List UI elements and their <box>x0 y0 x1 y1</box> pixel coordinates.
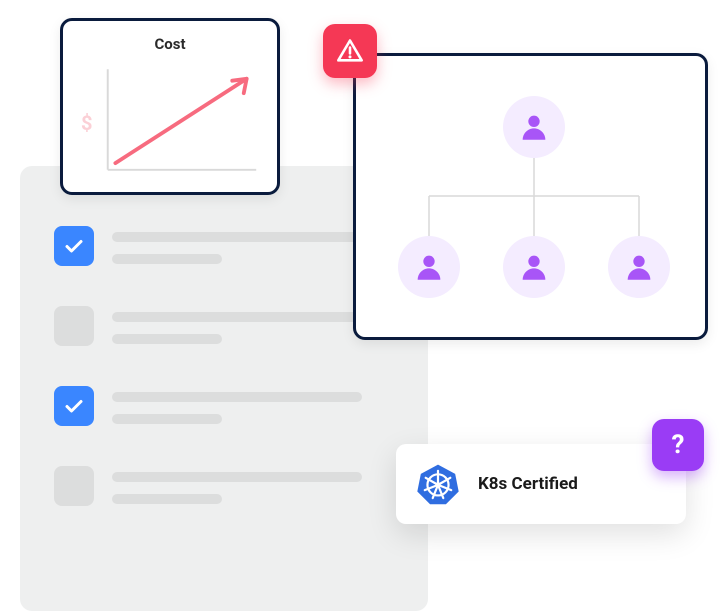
check-icon <box>62 394 86 418</box>
placeholder-lines <box>112 386 394 424</box>
person-icon <box>622 250 656 284</box>
alert-triangle-icon <box>336 37 364 65</box>
checklist-item <box>54 306 394 346</box>
checkbox-unchecked[interactable] <box>54 306 94 346</box>
person-node-child <box>398 236 460 298</box>
checkbox-checked[interactable] <box>54 386 94 426</box>
cost-card: Cost $ <box>60 18 280 195</box>
person-node-child <box>608 236 670 298</box>
k8s-certified-card: K8s Certified <box>396 444 686 524</box>
checklist-item <box>54 386 394 426</box>
placeholder-lines <box>112 466 394 504</box>
org-chart-card <box>353 53 708 340</box>
person-icon <box>517 110 551 144</box>
checklist-item <box>54 466 394 506</box>
person-icon <box>517 250 551 284</box>
question-icon: ? <box>672 430 685 460</box>
person-node-child <box>503 236 565 298</box>
cost-title: Cost <box>79 35 261 53</box>
person-node-root <box>503 96 565 158</box>
currency-label: $ <box>81 111 92 135</box>
line-chart-icon <box>79 57 261 182</box>
checklist-item <box>54 226 394 266</box>
placeholder-lines <box>112 306 394 344</box>
alert-badge <box>323 24 377 78</box>
check-icon <box>62 234 86 258</box>
kubernetes-icon <box>416 462 460 506</box>
help-badge[interactable]: ? <box>652 419 704 471</box>
checkbox-checked[interactable] <box>54 226 94 266</box>
placeholder-lines <box>112 226 394 264</box>
person-icon <box>412 250 446 284</box>
cost-chart: $ <box>79 57 261 182</box>
k8s-label: K8s Certified <box>478 474 578 494</box>
checkbox-unchecked[interactable] <box>54 466 94 506</box>
